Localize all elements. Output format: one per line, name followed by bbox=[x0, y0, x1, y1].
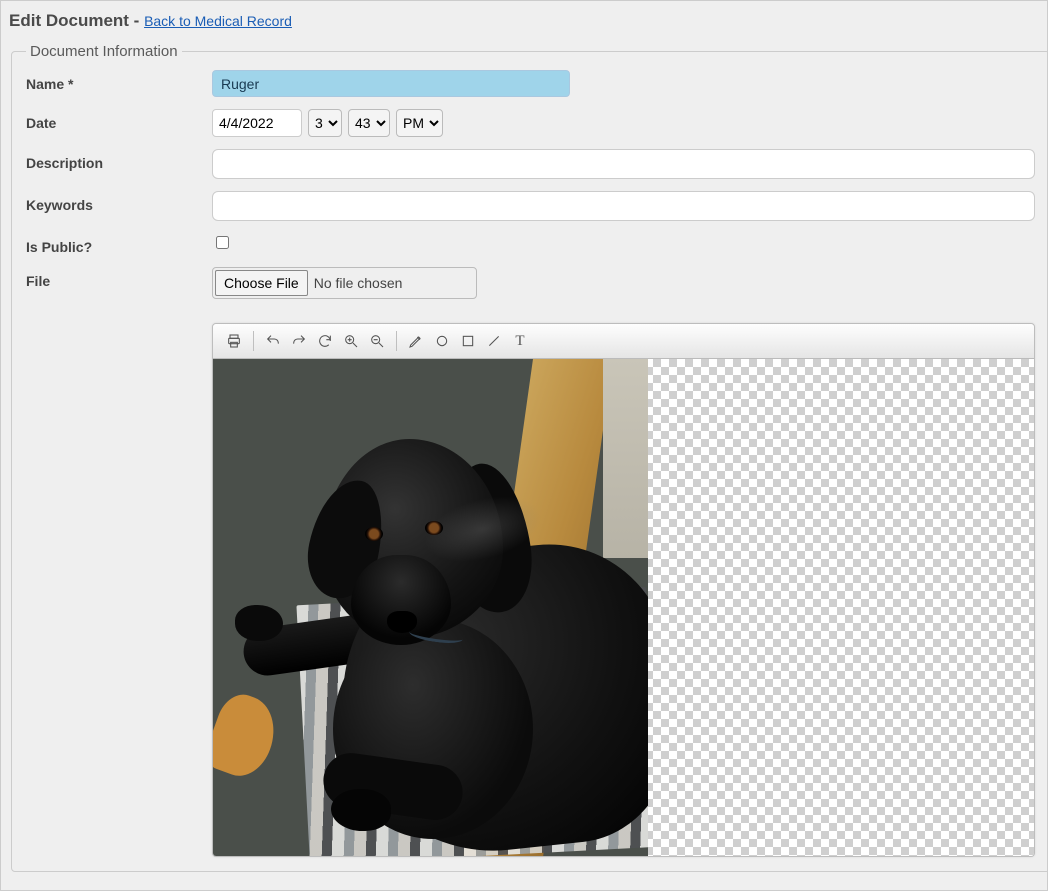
keywords-label: Keywords bbox=[26, 191, 212, 213]
fieldset-legend: Document Information bbox=[26, 43, 182, 60]
keywords-input[interactable] bbox=[212, 191, 1035, 221]
name-input[interactable] bbox=[212, 70, 570, 97]
description-input[interactable] bbox=[212, 149, 1035, 179]
editor-canvas[interactable] bbox=[213, 359, 1034, 856]
text-tool-button[interactable]: T bbox=[507, 328, 533, 354]
pencil-tool-button[interactable] bbox=[403, 328, 429, 354]
description-label: Description bbox=[26, 149, 212, 171]
name-label: Name * bbox=[26, 70, 212, 92]
square-icon bbox=[460, 333, 476, 349]
ampm-select[interactable]: PM bbox=[396, 109, 443, 137]
toolbar-separator bbox=[396, 331, 397, 351]
rect-tool-button[interactable] bbox=[455, 328, 481, 354]
circle-icon bbox=[434, 333, 450, 349]
minute-select[interactable]: 43 bbox=[348, 109, 390, 137]
pencil-icon bbox=[408, 333, 424, 349]
file-status-text: No file chosen bbox=[314, 275, 403, 291]
hour-select[interactable]: 3 bbox=[308, 109, 342, 137]
page-title-bar: Edit Document - Back to Medical Record bbox=[1, 1, 1047, 35]
redo-button[interactable] bbox=[286, 328, 312, 354]
file-label: File bbox=[26, 267, 212, 289]
line-icon bbox=[486, 333, 502, 349]
back-to-record-link[interactable]: Back to Medical Record bbox=[144, 13, 292, 29]
zoom-in-icon bbox=[343, 333, 359, 349]
print-icon bbox=[226, 333, 242, 349]
document-image bbox=[213, 359, 648, 856]
rotate-icon bbox=[317, 333, 333, 349]
edit-document-page: Edit Document - Back to Medical Record D… bbox=[0, 0, 1048, 891]
editor-toolbar: T bbox=[213, 324, 1034, 359]
file-chooser[interactable]: Choose File No file chosen bbox=[212, 267, 477, 299]
page-title: Edit Document - bbox=[9, 11, 144, 30]
zoom-out-button[interactable] bbox=[364, 328, 390, 354]
toolbar-separator bbox=[253, 331, 254, 351]
is-public-label: Is Public? bbox=[26, 233, 212, 255]
zoom-in-button[interactable] bbox=[338, 328, 364, 354]
zoom-out-icon bbox=[369, 333, 385, 349]
redo-icon bbox=[291, 333, 307, 349]
undo-icon bbox=[265, 333, 281, 349]
circle-tool-button[interactable] bbox=[429, 328, 455, 354]
print-button[interactable] bbox=[221, 328, 247, 354]
document-information-fieldset: Document Information Name * Date 3 43 PM bbox=[11, 43, 1048, 872]
is-public-checkbox[interactable] bbox=[216, 236, 229, 249]
text-icon: T bbox=[515, 333, 524, 350]
image-editor: T bbox=[212, 323, 1035, 857]
date-label: Date bbox=[26, 109, 212, 131]
choose-file-button[interactable]: Choose File bbox=[215, 270, 308, 296]
line-tool-button[interactable] bbox=[481, 328, 507, 354]
rotate-button[interactable] bbox=[312, 328, 338, 354]
undo-button[interactable] bbox=[260, 328, 286, 354]
date-input[interactable] bbox=[212, 109, 302, 137]
